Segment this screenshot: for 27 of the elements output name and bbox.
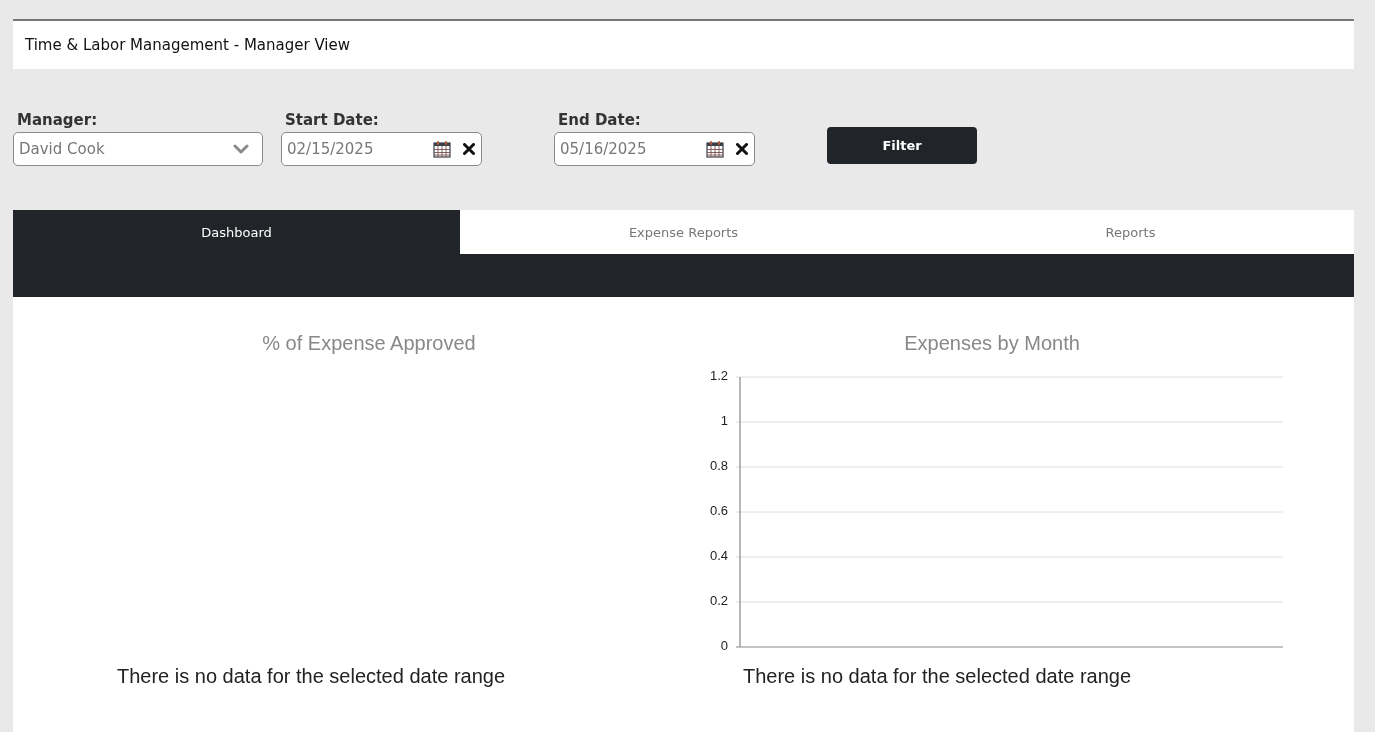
tab[interactable]: Reports [907,210,1354,254]
axis-tick-label: 1 [720,413,728,429]
field-label: Start Date: [284,111,379,129]
chart-title: Expenses by Month [904,332,1080,355]
date-field[interactable]: 05/16/2025 [554,132,755,166]
axis-tick-label: 0.8 [709,458,728,474]
field-label: End Date: [557,111,641,129]
calendar-icon[interactable] [433,140,451,158]
axis-tick-label: 0 [720,638,728,654]
page-title: Time & Labor Management - Manager View [25,36,350,54]
empty-state-message: There is no data for the selected date range [743,665,1132,688]
chevron-down-icon[interactable] [233,144,249,154]
empty-state-message: There is no data for the selected date range [117,665,506,688]
chart-title: % of Expense Approved [262,332,476,355]
axis-tick-label: 0.6 [709,503,728,519]
date-field[interactable]: 02/15/2025 [281,132,482,166]
tab[interactable]: Dashboard [13,210,460,254]
calendar-icon[interactable] [706,140,724,158]
clear-icon[interactable] [463,143,475,155]
axis-tick-label: 1.2 [709,368,728,384]
filter-button[interactable]: Filter [827,127,977,164]
tab[interactable]: Expense Reports [460,210,907,254]
axis-tick-label: 0.2 [709,593,728,609]
manager-select[interactable]: David Cook [13,132,263,166]
clear-icon[interactable] [736,143,748,155]
field-label: Manager: [16,111,98,129]
axis-tick-label: 0.4 [709,548,728,564]
